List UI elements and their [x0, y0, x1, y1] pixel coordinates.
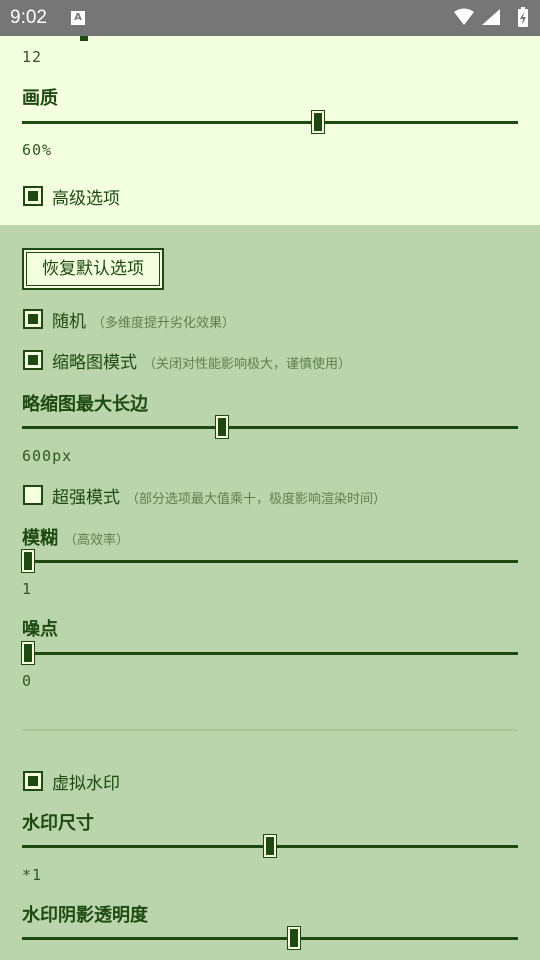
signal-icon: [482, 9, 500, 25]
thumbnail-mode-label-row[interactable]: 缩略图模式 （关闭对性能影响极大，谨慎使用）: [52, 348, 351, 373]
watermark-shadow-opacity-track: [22, 937, 518, 940]
status-time: 9:02: [10, 7, 47, 28]
previous-slider-thumb-edge[interactable]: [80, 36, 88, 41]
watermark-size-value: *1: [22, 866, 43, 884]
quality-value: 60%: [22, 141, 53, 159]
reset-defaults-button[interactable]: 恢复默认选项: [22, 248, 164, 290]
thumbnail-max-edge-track: [22, 426, 518, 429]
noise-label: 噪点: [22, 619, 58, 640]
virtual-watermark-label[interactable]: 虚拟水印: [52, 769, 120, 794]
random-label-row[interactable]: 随机 （多维度提升劣化效果）: [52, 307, 235, 332]
random-label: 随机: [52, 312, 86, 332]
super-mode-label-row[interactable]: 超强模式 （部分选项最大值乘十，极度影响渲染时间）: [52, 483, 386, 508]
status-icons: [454, 7, 528, 27]
noise-slider-track: [22, 652, 518, 655]
quality-slider-thumb[interactable]: [311, 110, 325, 134]
watermark-size-thumb[interactable]: [263, 834, 277, 858]
wifi-icon: [454, 8, 474, 25]
blur-label: 模糊: [22, 528, 58, 549]
random-hint: （多维度提升劣化效果）: [92, 316, 236, 331]
status-bar: 9:02 A: [0, 0, 540, 36]
blur-value: 1: [22, 580, 33, 598]
quality-slider[interactable]: [22, 110, 518, 136]
thumbnail-max-edge-slider[interactable]: [22, 415, 518, 441]
blur-hint: （高效率）: [64, 533, 130, 548]
thumbnail-max-edge-thumb[interactable]: [215, 415, 229, 439]
previous-slider-value: 12: [22, 48, 43, 66]
advanced-options-label[interactable]: 高级选项: [52, 184, 120, 209]
blur-slider[interactable]: [21, 549, 518, 575]
blur-label-row: 模糊 （高效率）: [22, 524, 129, 550]
watermark-shadow-opacity-thumb[interactable]: [287, 926, 301, 950]
quality-slider-track: [22, 121, 518, 124]
super-mode-label: 超强模式: [52, 488, 120, 508]
battery-charging-icon: [518, 7, 528, 27]
noise-slider[interactable]: [21, 641, 518, 667]
super-mode-hint: （部分选项最大值乘十，极度影响渲染时间）: [126, 492, 387, 507]
noise-value: 0: [22, 672, 33, 690]
blur-slider-track: [22, 560, 518, 563]
thumbnail-max-edge-label: 略缩图最大长边: [22, 394, 148, 415]
thumbnail-mode-hint: （关闭对性能影响极大，谨慎使用）: [143, 357, 352, 372]
quality-label: 画质: [22, 88, 58, 109]
random-checkbox[interactable]: [23, 309, 43, 329]
watermark-shadow-opacity-slider[interactable]: [22, 926, 518, 952]
virtual-watermark-checkbox[interactable]: [23, 771, 43, 791]
notification-a-icon: A: [71, 11, 85, 25]
watermark-size-label: 水印尺寸: [22, 813, 94, 834]
section-divider: [22, 729, 518, 731]
watermark-shadow-opacity-label: 水印阴影透明度: [22, 905, 148, 926]
blur-slider-thumb[interactable]: [21, 549, 35, 573]
noise-slider-thumb[interactable]: [21, 641, 35, 665]
advanced-options-checkbox[interactable]: [23, 186, 43, 206]
thumbnail-mode-label: 缩略图模式: [52, 353, 137, 373]
watermark-size-slider[interactable]: [22, 834, 518, 860]
thumbnail-max-edge-value: 600px: [22, 447, 73, 465]
super-mode-checkbox[interactable]: [23, 485, 43, 505]
thumbnail-mode-checkbox[interactable]: [23, 350, 43, 370]
